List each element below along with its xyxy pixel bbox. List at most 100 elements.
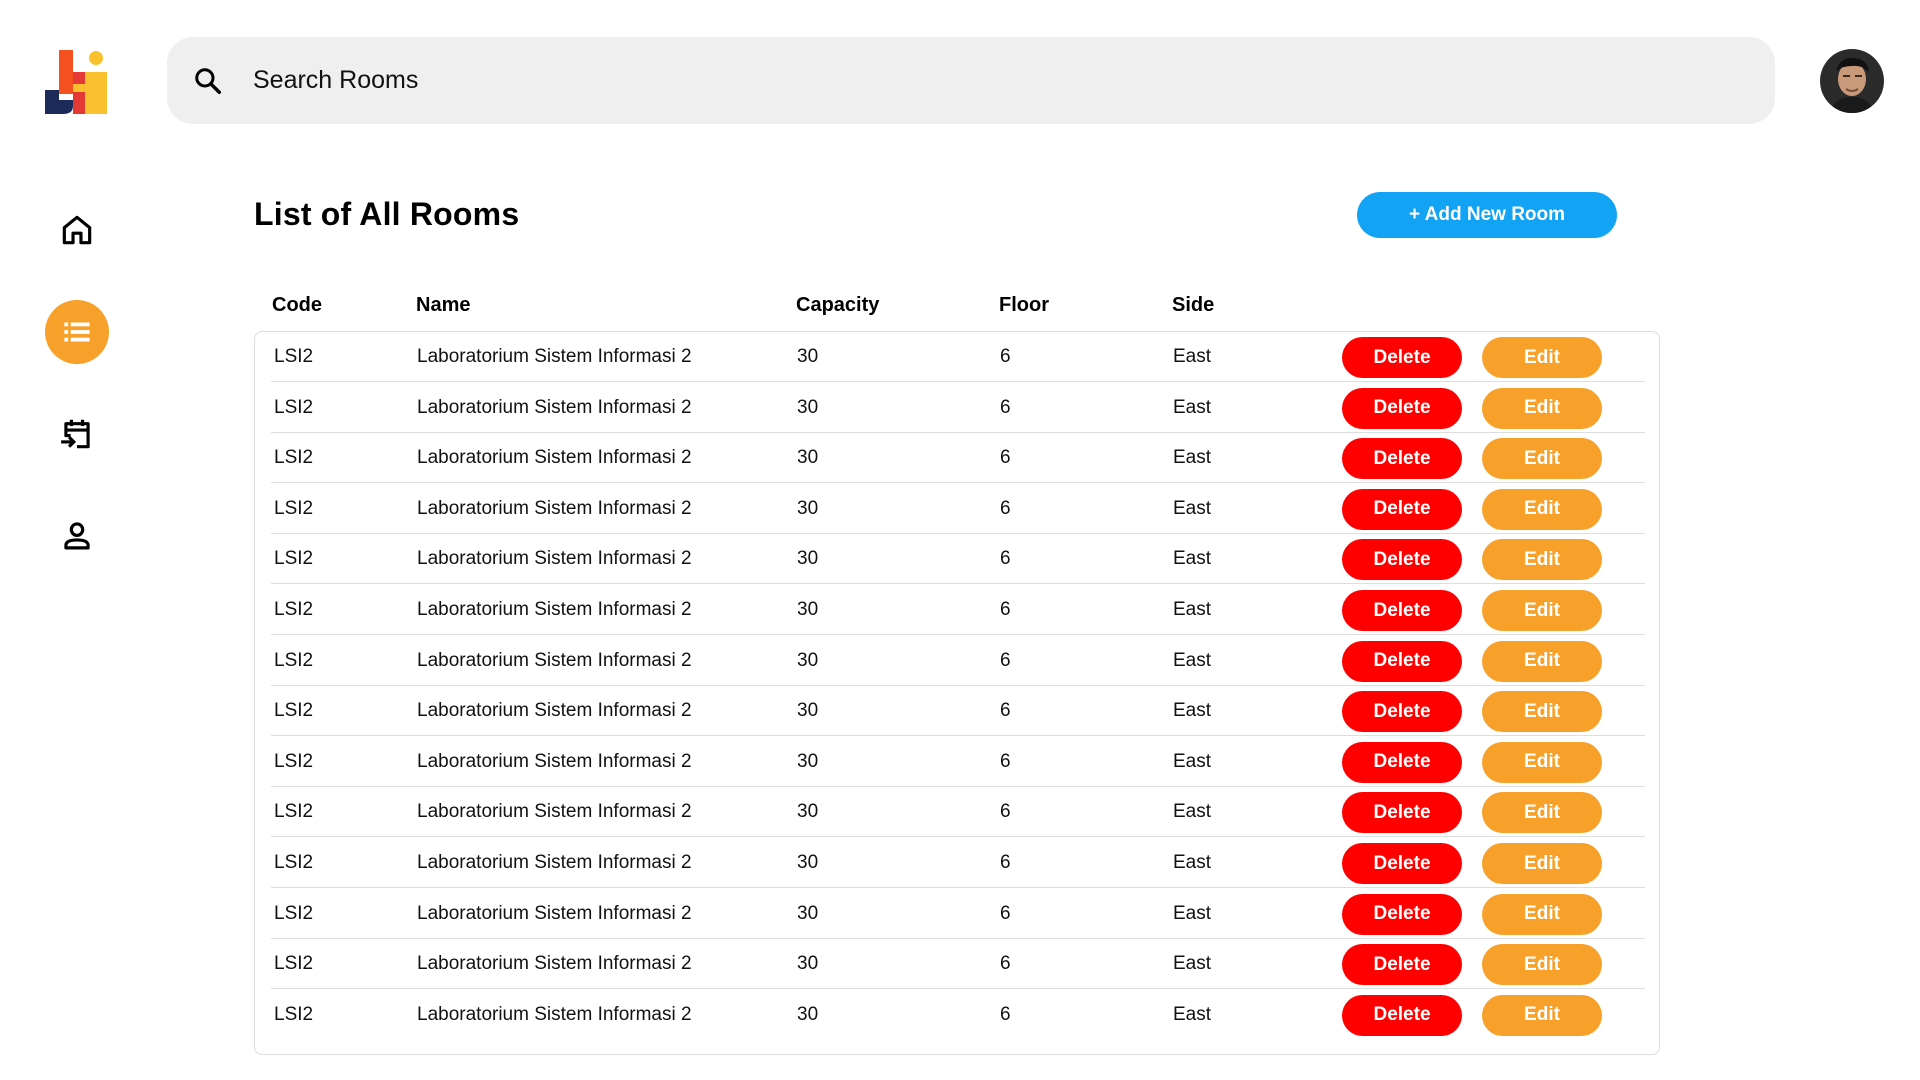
table-row: LSI2 Laboratorium Sistem Informasi 2 30 6 Ea… (271, 787, 1645, 838)
cell-code: LSI2 (274, 852, 314, 873)
delete-button[interactable]: Delete (1342, 337, 1462, 378)
cell-name: Laboratorium Sistem Informasi 2 (417, 902, 692, 924)
cell-capacity: 30 (797, 396, 819, 418)
delete-button[interactable]: Delete (1342, 994, 1462, 1036)
cell-code: LSI2 (274, 750, 314, 772)
cell-side: East (1173, 396, 1212, 418)
delete-button[interactable]: Delete (1342, 640, 1462, 682)
cell-code: LSI2 (274, 801, 314, 823)
cell-floor: 6 (1000, 750, 1011, 772)
search-bar[interactable] (167, 37, 1775, 124)
table-row: LSI2 Laboratorium Sistem Informasi 2 30 6 Ea… (271, 889, 1645, 939)
cell-name: Laboratorium Sistem Informasi 2 (417, 548, 692, 570)
delete-button[interactable]: Delete (1342, 691, 1462, 733)
search-input[interactable] (253, 66, 1653, 95)
edit-button[interactable]: Edit (1482, 590, 1602, 631)
cell-name: Laboratorium Sistem Informasi 2 (417, 852, 692, 873)
cell-code: LSI2 (274, 1003, 314, 1025)
delete-button[interactable]: Delete (1342, 843, 1462, 884)
sidebar-item-home[interactable] (45, 198, 109, 262)
delete-button[interactable]: Delete (1342, 944, 1462, 986)
edit-button[interactable]: Edit (1482, 488, 1602, 530)
cell-name: Laboratorium Sistem Informasi 2 (417, 346, 692, 367)
edit-button[interactable]: Edit (1482, 741, 1602, 783)
table-row: LSI2 Laboratorium Sistem Informasi 2 30 6 Ea… (271, 939, 1645, 990)
edit-button[interactable]: Edit (1482, 994, 1602, 1036)
delete-button[interactable]: Delete (1342, 893, 1462, 935)
calendar-arrow-icon (61, 419, 90, 449)
edit-button[interactable]: Edit (1482, 387, 1602, 429)
edit-button[interactable]: Edit (1482, 640, 1602, 682)
cell-capacity: 30 (797, 497, 819, 519)
edit-button[interactable]: Edit (1482, 539, 1602, 581)
delete-button[interactable]: Delete (1342, 590, 1462, 631)
cell-side: East (1173, 649, 1212, 671)
cell-name: Laboratorium Sistem Informasi 2 (417, 700, 692, 722)
edit-button[interactable]: Edit (1482, 792, 1602, 834)
column-header-side: Side (1172, 294, 1215, 316)
cell-floor: 6 (1000, 346, 1011, 367)
cell-side: East (1173, 852, 1212, 873)
cell-floor: 6 (1000, 700, 1011, 722)
list-icon (64, 322, 90, 342)
cell-side: East (1173, 599, 1212, 620)
column-header-floor: Floor (999, 294, 1049, 316)
cell-name: Laboratorium Sistem Informasi 2 (417, 599, 692, 620)
table-row: LSI2 Laboratorium Sistem Informasi 2 30 6 Ea… (271, 686, 1645, 737)
delete-button[interactable]: Delete (1342, 438, 1462, 480)
cell-floor: 6 (1000, 953, 1011, 975)
delete-button[interactable]: Delete (1342, 488, 1462, 530)
user-icon (64, 522, 90, 550)
cell-side: East (1173, 750, 1212, 772)
app-logo[interactable] (45, 50, 111, 114)
cell-side: East (1173, 1003, 1212, 1025)
delete-button[interactable]: Delete (1342, 792, 1462, 834)
cell-capacity: 30 (797, 346, 819, 367)
cell-name: Laboratorium Sistem Informasi 2 (417, 801, 692, 823)
cell-floor: 6 (1000, 548, 1011, 570)
sidebar-item-bookings[interactable] (45, 402, 109, 466)
column-header-name: Name (416, 294, 471, 316)
cell-name: Laboratorium Sistem Informasi 2 (417, 1003, 692, 1025)
cell-code: LSI2 (274, 902, 314, 924)
cell-code: LSI2 (274, 396, 314, 418)
sidebar-item-profile[interactable] (45, 504, 109, 568)
cell-name: Laboratorium Sistem Informasi 2 (417, 497, 692, 519)
edit-button[interactable]: Edit (1482, 691, 1602, 733)
cell-name: Laboratorium Sistem Informasi 2 (417, 649, 692, 671)
cell-code: LSI2 (274, 497, 314, 519)
cell-code: LSI2 (274, 599, 314, 620)
home-icon (62, 215, 92, 245)
cell-side: East (1173, 953, 1212, 975)
cell-floor: 6 (1000, 649, 1011, 671)
cell-side: East (1173, 497, 1212, 519)
edit-button[interactable]: Edit (1482, 843, 1602, 884)
delete-button[interactable]: Delete (1342, 387, 1462, 429)
sidebar-item-rooms[interactable] (45, 300, 109, 364)
cell-side: East (1173, 548, 1212, 570)
user-avatar[interactable] (1820, 49, 1884, 113)
cell-capacity: 30 (797, 649, 819, 671)
delete-button[interactable]: Delete (1342, 741, 1462, 783)
column-header-capacity: Capacity (796, 294, 880, 316)
cell-side: East (1173, 447, 1212, 469)
cell-code: LSI2 (274, 953, 314, 975)
edit-button[interactable]: Edit (1482, 944, 1602, 986)
column-header-code: Code (272, 294, 322, 316)
table-row: LSI2 Laboratorium Sistem Informasi 2 30 6 Ea… (271, 585, 1645, 635)
app-root: List of All Rooms + Add New Room Code Na… (0, 0, 1920, 1080)
cell-floor: 6 (1000, 902, 1011, 924)
table-row: LSI2 Laboratorium Sistem Informasi 2 30 6 Ea… (271, 383, 1645, 433)
edit-button[interactable]: Edit (1482, 893, 1602, 935)
cell-side: East (1173, 700, 1212, 722)
cell-capacity: 30 (797, 902, 819, 924)
table-row: LSI2 Laboratorium Sistem Informasi 2 30 6 Ea… (271, 433, 1645, 484)
delete-button[interactable]: Delete (1342, 539, 1462, 581)
edit-button[interactable]: Edit (1482, 438, 1602, 480)
add-room-button[interactable]: + Add New Room (1357, 192, 1617, 238)
cell-name: Laboratorium Sistem Informasi 2 (417, 447, 692, 469)
cell-code: LSI2 (274, 447, 314, 469)
edit-button[interactable]: Edit (1482, 337, 1602, 378)
cell-floor: 6 (1000, 852, 1011, 873)
cell-name: Laboratorium Sistem Informasi 2 (417, 396, 692, 418)
